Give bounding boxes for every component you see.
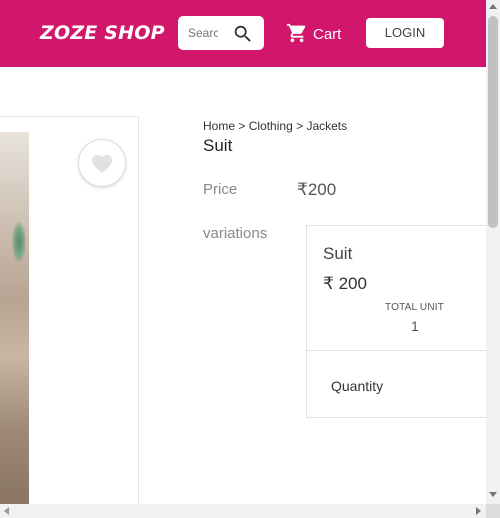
scroll-right-arrow[interactable] bbox=[476, 507, 481, 515]
total-unit-label: TOTAL UNIT bbox=[385, 302, 445, 313]
variation-price-value: 200 bbox=[338, 274, 367, 293]
scroll-up-arrow[interactable] bbox=[489, 4, 497, 9]
photo-detail bbox=[12, 222, 26, 262]
product-photo[interactable] bbox=[0, 132, 29, 504]
currency-symbol: ₹ bbox=[323, 274, 334, 293]
variation-name: Suit bbox=[323, 244, 353, 263]
price-label: Price bbox=[203, 181, 238, 198]
breadcrumb-separator: > bbox=[296, 119, 304, 133]
top-header: ZOZE SHOP Cart LOGIN bbox=[0, 0, 486, 67]
total-unit-value: 1 bbox=[411, 318, 419, 334]
scrollbar-corner bbox=[486, 504, 500, 518]
scroll-down-arrow[interactable] bbox=[489, 492, 497, 497]
breadcrumb-jackets[interactable]: Jackets bbox=[306, 119, 347, 133]
login-button[interactable]: LOGIN bbox=[366, 18, 444, 48]
breadcrumb: Home > Clothing > Jackets bbox=[203, 119, 347, 133]
variations-label: variations bbox=[203, 225, 268, 242]
price-value: ₹200 bbox=[297, 180, 337, 199]
favorite-button[interactable] bbox=[78, 139, 126, 187]
breadcrumb-home[interactable]: Home bbox=[203, 119, 235, 133]
scrollbar-thumb[interactable] bbox=[488, 16, 498, 228]
shop-logo[interactable]: ZOZE SHOP bbox=[40, 22, 165, 44]
variation-price: ₹ 200 bbox=[323, 274, 367, 294]
vertical-scrollbar[interactable] bbox=[486, 0, 500, 504]
cart-icon bbox=[286, 23, 306, 43]
breadcrumb-separator: > bbox=[238, 119, 246, 133]
search-input[interactable] bbox=[188, 24, 218, 42]
search-icon[interactable] bbox=[232, 23, 254, 45]
search-box[interactable] bbox=[178, 16, 264, 50]
cart-label: Cart bbox=[313, 26, 342, 43]
quantity-card: Quantity bbox=[306, 350, 496, 418]
quantity-label: Quantity bbox=[331, 378, 384, 394]
product-title: Suit bbox=[203, 136, 233, 155]
horizontal-scrollbar[interactable] bbox=[0, 504, 486, 518]
heart-icon bbox=[92, 155, 112, 174]
breadcrumb-clothing[interactable]: Clothing bbox=[249, 119, 293, 133]
variation-card[interactable]: Suit ₹ 200 TOTAL UNIT 1 bbox=[306, 225, 496, 351]
scroll-left-arrow[interactable] bbox=[4, 507, 9, 515]
